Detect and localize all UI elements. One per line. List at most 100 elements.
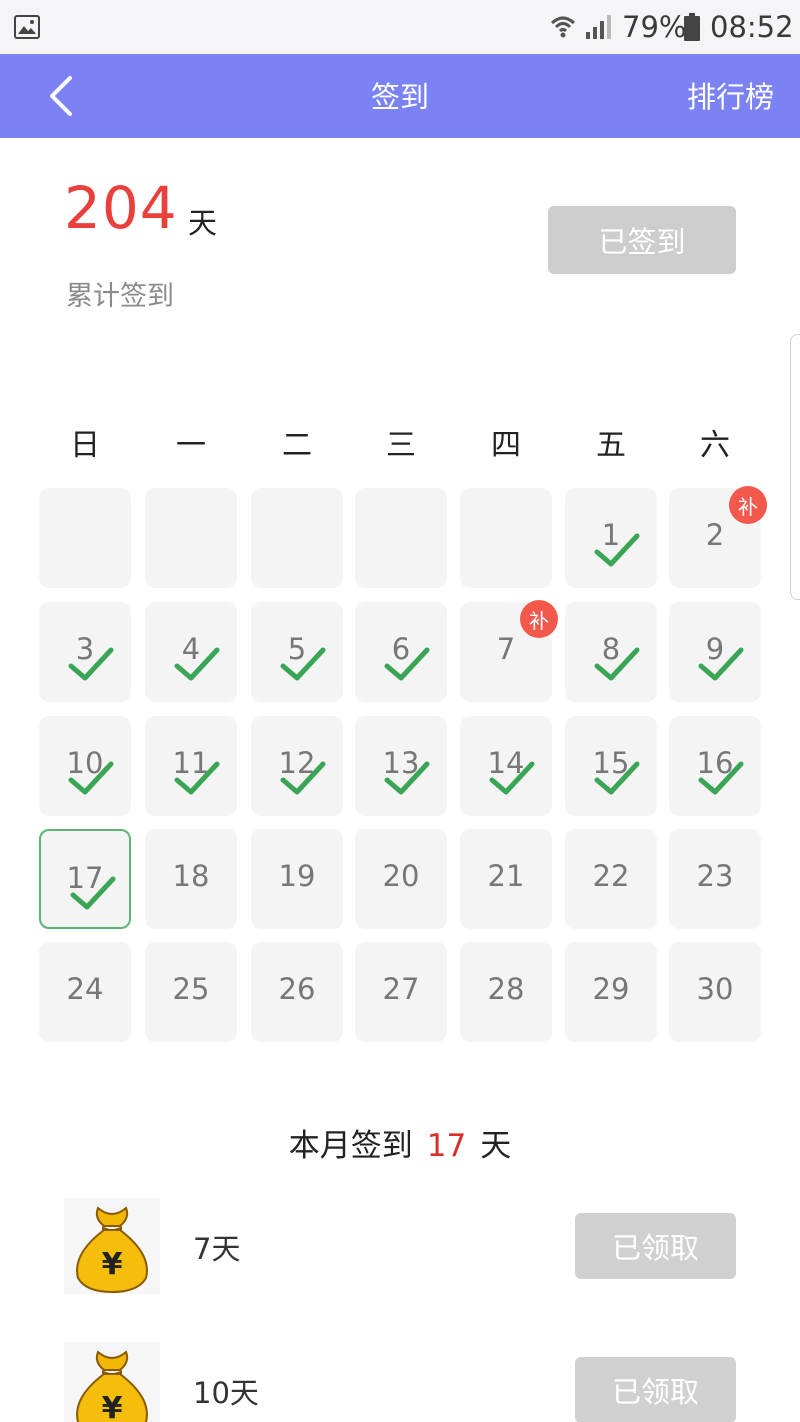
check-icon: [384, 647, 430, 681]
check-icon: [594, 761, 640, 795]
reward-row: ¥ 7天 已领取: [0, 1198, 800, 1298]
money-bag-icon: ¥: [64, 1198, 160, 1294]
signal-icon: [586, 15, 611, 39]
calendar-day[interactable]: 25: [145, 942, 237, 1042]
calendar-day[interactable]: 23: [669, 829, 761, 929]
weekday-label: 六: [700, 428, 730, 463]
calendar-day[interactable]: 16: [669, 716, 761, 816]
calendar-day[interactable]: 6: [355, 602, 447, 702]
calendar-day[interactable]: 2补: [669, 486, 767, 588]
weekday-label: 日: [70, 428, 100, 463]
signed-in-button[interactable]: 已签到: [548, 206, 736, 274]
check-icon: [174, 647, 220, 681]
battery-icon: [684, 13, 700, 41]
makeup-badge[interactable]: 补: [729, 486, 767, 524]
month-summary: 本月签到 17 天: [0, 1120, 800, 1165]
total-checkin-label: 累计签到: [66, 281, 174, 312]
check-icon: [280, 761, 326, 795]
day-number: 21: [487, 859, 525, 893]
svg-text:¥: ¥: [102, 1391, 123, 1422]
check-icon: [698, 647, 744, 681]
calendar-day[interactable]: 4: [145, 602, 237, 702]
app-header: 签到 排行榜: [0, 54, 800, 138]
side-drawer-handle[interactable]: [790, 334, 800, 600]
calendar-day[interactable]: 1: [565, 488, 657, 588]
calendar-day[interactable]: 19: [251, 829, 343, 929]
check-icon: [489, 761, 535, 795]
calendar-day[interactable]: 22: [565, 829, 657, 929]
month-checkin-count: 17: [426, 1128, 467, 1164]
status-bar: 79% 08:52: [0, 0, 800, 54]
calendar-day[interactable]: 15: [565, 716, 657, 816]
calendar-day[interactable]: 3: [39, 602, 131, 702]
day-number: 29: [592, 972, 630, 1006]
calendar-day[interactable]: 11: [145, 716, 237, 816]
reward-label: 10天: [193, 1376, 259, 1410]
money-bag-icon: ¥: [64, 1342, 160, 1422]
leaderboard-button[interactable]: 排行榜: [687, 74, 774, 116]
weekday-label: 一: [176, 428, 206, 463]
check-icon: [68, 761, 114, 795]
total-checkin-unit: 天: [188, 206, 218, 240]
month-summary-unit: 天: [480, 1128, 512, 1164]
calendar-day[interactable]: 27: [355, 942, 447, 1042]
day-number: 30: [696, 972, 734, 1006]
day-number: 20: [382, 859, 420, 893]
day-number: 23: [696, 859, 734, 893]
calendar-empty-cell: [39, 488, 131, 588]
calendar-empty-cell: [355, 488, 447, 588]
calendar-day[interactable]: 28: [460, 942, 552, 1042]
calendar-day[interactable]: 7补: [460, 600, 558, 702]
check-icon: [594, 533, 640, 567]
day-number: 26: [278, 972, 316, 1006]
calendar-day[interactable]: 20: [355, 829, 447, 929]
claimed-button[interactable]: 已领取: [575, 1357, 736, 1422]
calendar-day[interactable]: 8: [565, 602, 657, 702]
calendar-day[interactable]: 26: [251, 942, 343, 1042]
check-icon: [698, 761, 744, 795]
calendar-day[interactable]: 30: [669, 942, 761, 1042]
weekday-label: 三: [386, 428, 416, 463]
day-number: 19: [278, 859, 316, 893]
calendar-day-today[interactable]: 17: [39, 829, 131, 929]
calendar-empty-cell: [251, 488, 343, 588]
day-number: 25: [172, 972, 210, 1006]
battery-percentage: 79%: [622, 10, 687, 44]
total-checkin-days: 204: [64, 174, 178, 242]
month-summary-prefix: 本月签到: [288, 1128, 413, 1164]
weekday-label: 二: [282, 428, 312, 463]
calendar-day[interactable]: 14: [460, 716, 552, 816]
makeup-badge[interactable]: 补: [520, 600, 558, 638]
calendar-day[interactable]: 18: [145, 829, 237, 929]
day-number: 28: [487, 972, 525, 1006]
calendar-day[interactable]: 12: [251, 716, 343, 816]
gallery-icon: [14, 15, 40, 39]
calendar-day[interactable]: 10: [39, 716, 131, 816]
check-icon: [384, 761, 430, 795]
clock: 08:52: [710, 10, 794, 44]
day-number: 27: [382, 972, 420, 1006]
calendar-day[interactable]: 21: [460, 829, 552, 929]
day-number: 18: [172, 859, 210, 893]
calendar-day[interactable]: 29: [565, 942, 657, 1042]
weekday-label: 五: [596, 428, 626, 463]
page-title: 签到: [370, 80, 429, 114]
reward-row: ¥ 10天 已领取: [0, 1342, 800, 1422]
check-icon: [174, 761, 220, 795]
claimed-button[interactable]: 已领取: [575, 1213, 736, 1279]
check-icon: [70, 876, 116, 910]
calendar-day[interactable]: 5: [251, 602, 343, 702]
wifi-icon: [550, 16, 576, 38]
check-icon: [68, 647, 114, 681]
day-number: 22: [592, 859, 630, 893]
svg-text:¥: ¥: [102, 1247, 123, 1282]
weekday-label: 四: [491, 428, 521, 463]
calendar-day[interactable]: 13: [355, 716, 447, 816]
check-icon: [594, 647, 640, 681]
reward-label: 7天: [193, 1232, 241, 1266]
check-icon: [280, 647, 326, 681]
calendar-day[interactable]: 9: [669, 602, 761, 702]
day-number: 24: [66, 972, 104, 1006]
calendar-day[interactable]: 24: [39, 942, 131, 1042]
calendar-empty-cell: [145, 488, 237, 588]
